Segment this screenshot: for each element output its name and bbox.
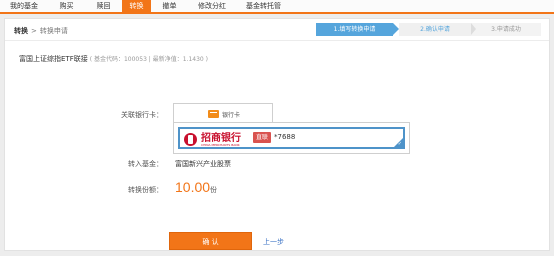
bank-direct-badge: 直联 [253, 132, 272, 143]
shares-unit: 份 [210, 186, 217, 194]
cmb-logo-icon [184, 132, 197, 146]
card-number-tail: *7688 [274, 133, 296, 141]
nav-fund-transfer-custody[interactable]: 基金转托管 [236, 0, 291, 13]
step-2: 2.确认申请 [399, 23, 471, 36]
target-fund-value: 富国新兴产业股票 [175, 160, 231, 168]
progress-steps: 1.填写转换申请 2.确认申请 3.申请成功 [316, 23, 541, 36]
breadcrumb-main[interactable]: 转换 [14, 27, 28, 35]
breadcrumb-separator: > [31, 27, 37, 35]
source-fund-meta: ( 基金代码：100053 | 最新净值：1.1430 ) [89, 56, 208, 63]
bank-card-option[interactable]: 招商银行 CHINA MERCHANTS BANK 直联 *7688 ✓ [178, 127, 405, 149]
nav-my-funds[interactable]: 我的基金 [0, 0, 48, 13]
breadcrumb: 转换 > 转换申请 [14, 26, 68, 36]
nav-modify-dividend[interactable]: 修改分红 [188, 0, 236, 13]
checkmark-icon: ✓ [397, 141, 402, 147]
bank-card-label: 关联银行卡： [121, 111, 163, 119]
nav-buy[interactable]: 购买 [48, 0, 85, 13]
main-panel: 转换 > 转换申请 1.填写转换申请 2.确认申请 3.申请成功 富国上证综指ETF… [4, 18, 550, 251]
previous-step-link[interactable]: 上一步 [263, 237, 284, 247]
target-fund-label: 转入基金： [128, 160, 163, 168]
shares-label: 转换份额： [128, 186, 163, 194]
nav-cancel-order[interactable]: 撤单 [151, 0, 188, 13]
step-3: 3.申请成功 [471, 23, 541, 36]
step-1: 1.填写转换申请 [316, 23, 393, 36]
confirm-button[interactable]: 确 认 [169, 232, 252, 250]
bank-card-icon [208, 110, 219, 118]
nav-convert[interactable]: 转换 [122, 0, 151, 13]
source-fund: 富国上证综指ETF联接( 基金代码：100053 | 最新净值：1.1430 ) [19, 54, 208, 64]
shares-value: 10.00 [175, 179, 211, 195]
bank-name-english: CHINA MERCHANTS BANK [201, 143, 240, 147]
breadcrumb-bar: 转换 > 转换申请 1.填写转换申请 2.确认申请 3.申请成功 [5, 19, 549, 41]
top-nav: 我的基金 购买 赎回 转换 撤单 修改分红 基金转托管 [0, 0, 554, 14]
step-divider [471, 23, 476, 35]
bank-card-list: 招商银行 CHINA MERCHANTS BANK 直联 *7688 ✓ [173, 122, 410, 154]
source-fund-name: 富国上证综指ETF联接 [19, 55, 88, 63]
breadcrumb-current: 转换申请 [39, 27, 68, 35]
bank-card-tab-label: 银行卡 [222, 112, 241, 119]
nav-redeem[interactable]: 赎回 [85, 0, 122, 13]
bank-card-tab[interactable]: 银行卡 [173, 103, 273, 123]
bank-logo: 招商银行 CHINA MERCHANTS BANK [184, 131, 241, 147]
